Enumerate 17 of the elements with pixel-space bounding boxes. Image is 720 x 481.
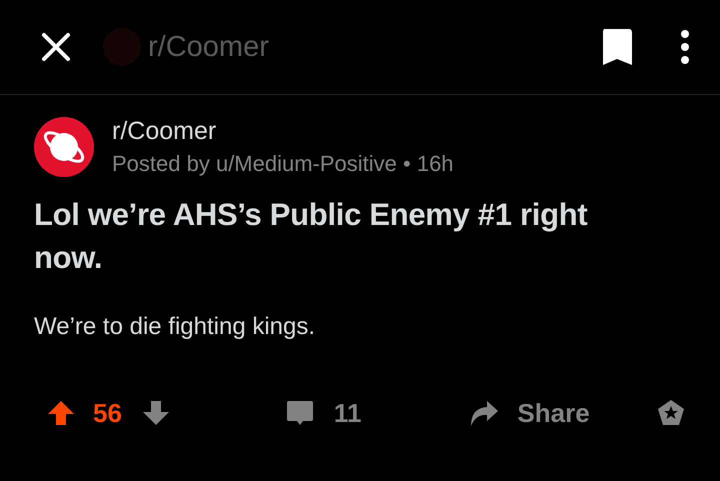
post-title: Lol we’re AHS’s Public Enemy #1 right now. [34, 196, 588, 277]
more-button[interactable] [680, 29, 690, 65]
award-button[interactable] [657, 399, 685, 427]
close-button[interactable] [40, 31, 72, 63]
share-arrow-icon [469, 399, 500, 427]
post-byline: Posted by u/Medium-Positive • 16h [112, 151, 454, 177]
planet-icon [34, 117, 94, 177]
downvote-button[interactable] [142, 399, 170, 427]
comment-button[interactable]: 11 [286, 398, 362, 428]
share-button[interactable]: Share [469, 398, 590, 428]
subreddit-link[interactable]: r/Coomer [112, 117, 454, 146]
header-title: r/Coomer [148, 30, 269, 64]
upvote-button[interactable] [47, 399, 75, 427]
vote-count: 56 [93, 398, 122, 428]
post-body: We’re to die fighting kings. [34, 313, 316, 341]
bookmark-button[interactable] [600, 27, 634, 67]
comment-icon [286, 399, 314, 427]
